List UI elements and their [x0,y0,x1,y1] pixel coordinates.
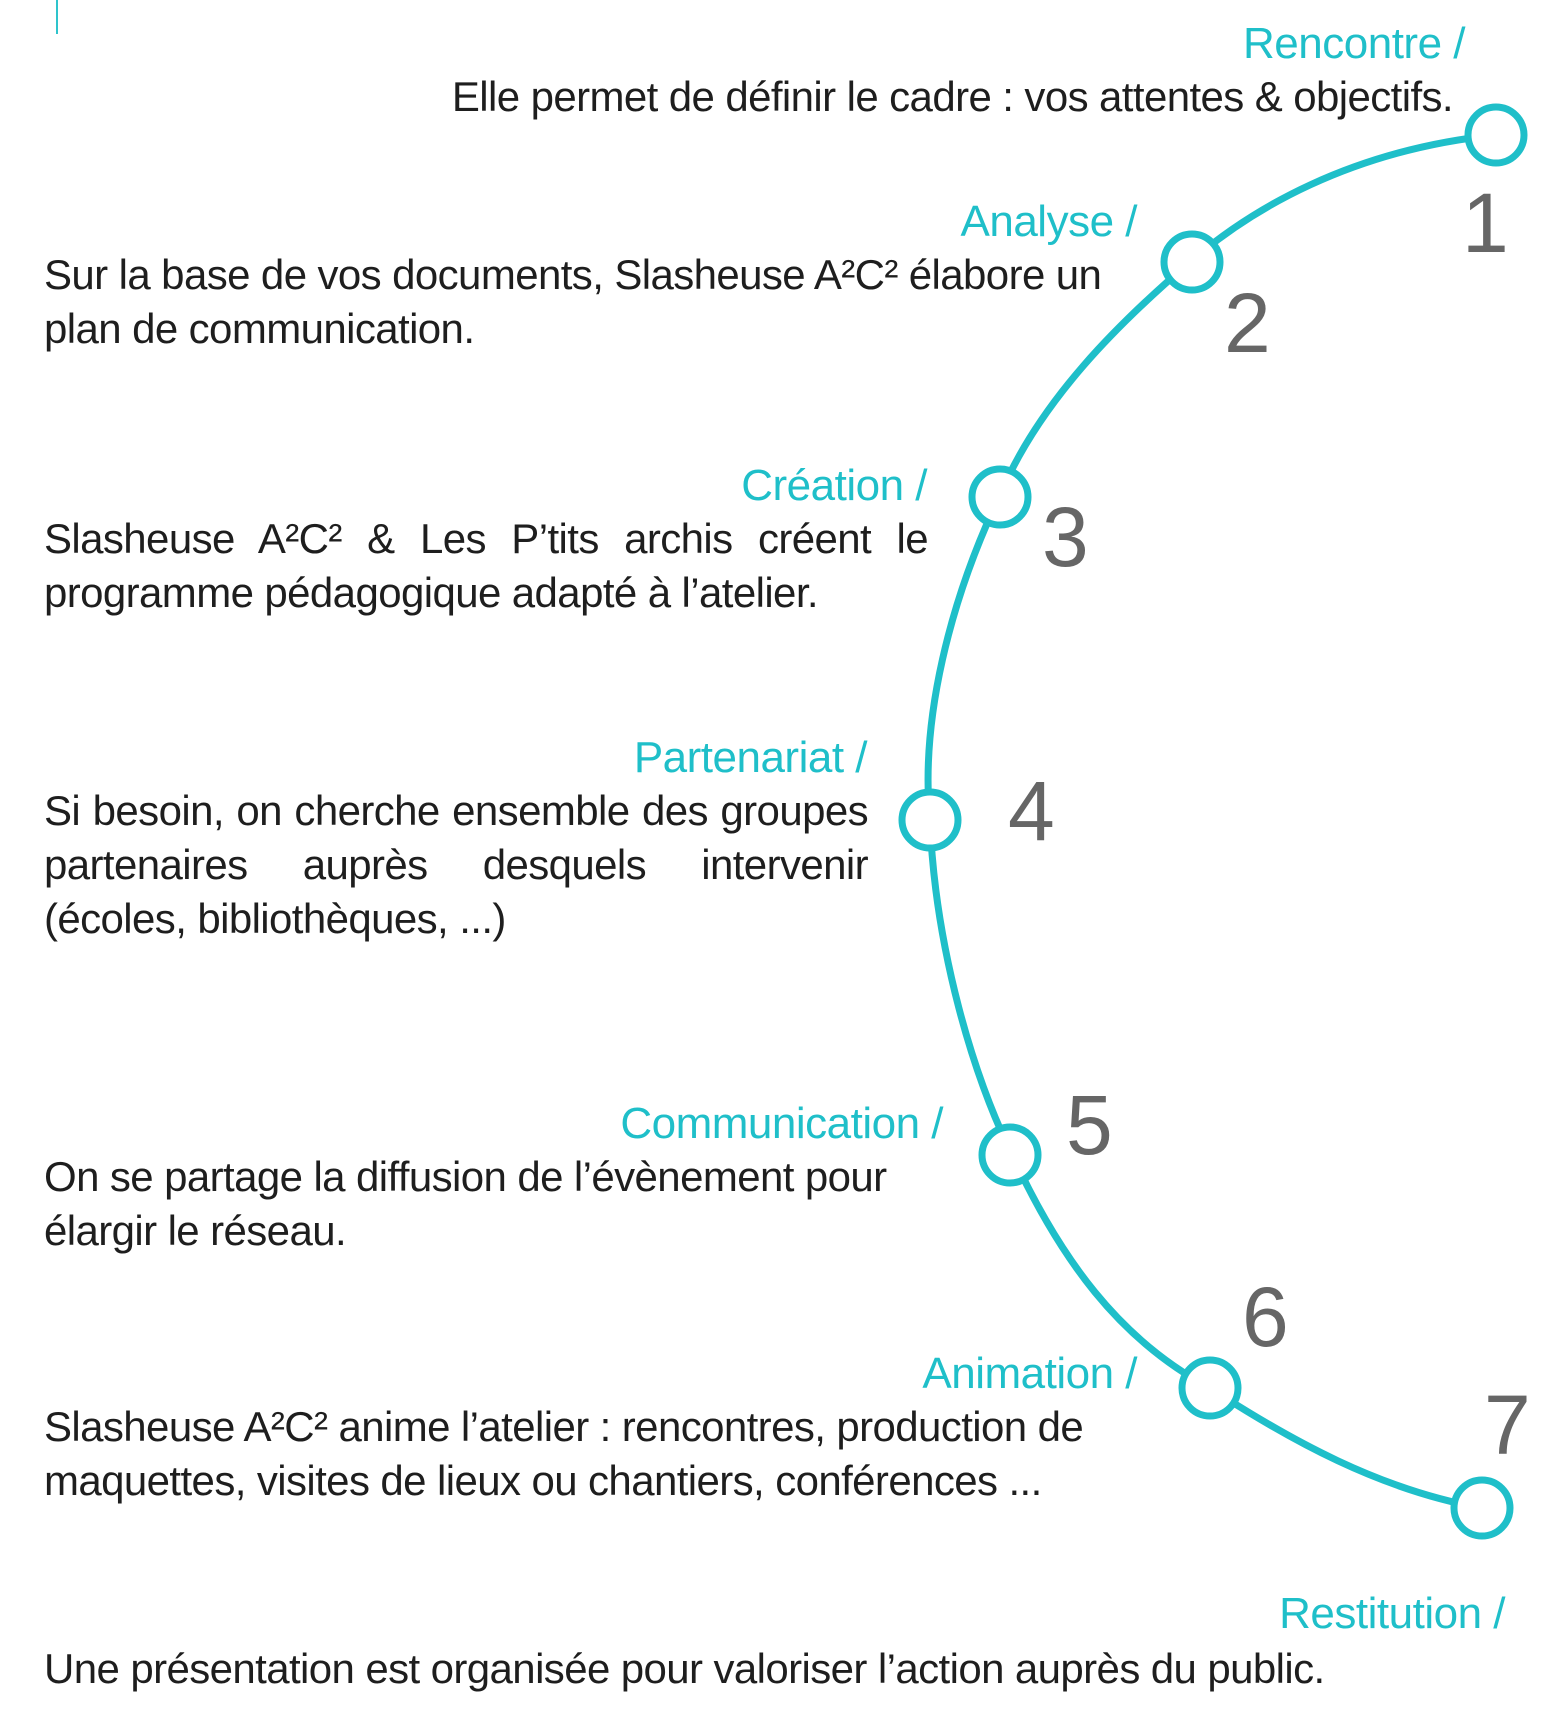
node-6 [1178,1356,1242,1420]
step-1-title: Rencontre / [1243,19,1465,68]
step-7-text: Une présentation est organisée pour valo… [44,1645,1325,1692]
node-2 [1160,230,1224,294]
step-1-text: Elle permet de définir le cadre : vos at… [451,73,1454,120]
process-diagram: Rencontre / Elle permet de définir le ca… [0,0,1565,1734]
step-6-title: Animation / [922,1349,1137,1398]
step-7-title: Restitution / [1279,1589,1505,1638]
step-3-text: Slasheuse A²C² & Les P’tits archis créen… [44,515,929,616]
step-5-title: Communication / [620,1099,943,1148]
step-3-title: Création / [741,461,927,510]
step-4-number: 4 [1008,764,1055,858]
step-5-number: 5 [1066,1078,1113,1172]
node-3 [968,465,1032,529]
step-7-number: 7 [1484,1378,1531,1472]
step-6-number: 6 [1242,1270,1289,1364]
step-1-number: 1 [1462,176,1509,270]
step-2-number: 2 [1224,276,1271,370]
step-5-text: On se partage la diffusion de l’évènemen… [44,1153,887,1254]
node-4 [898,788,962,852]
node-1 [1464,103,1528,167]
step-6-text: Slasheuse A²C² anime l’atelier : rencont… [44,1403,1084,1504]
step-2-text: Sur la base de vos documents, Slasheuse … [44,251,1102,352]
step-4-title: Partenariat / [633,733,868,782]
step-2-title: Analyse / [960,197,1138,246]
step-3-number: 3 [1042,490,1089,584]
step-4-text: Si besoin, on cherche ensemble des group… [44,787,869,942]
node-7 [1450,1476,1514,1540]
node-5 [978,1123,1042,1187]
